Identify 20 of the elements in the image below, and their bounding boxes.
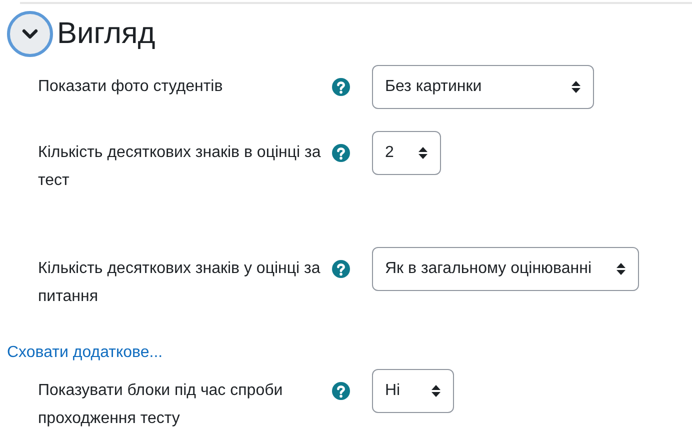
- sort-caret-icon: [616, 262, 626, 276]
- sort-caret-icon: [571, 80, 581, 94]
- hide-advanced-link[interactable]: Сховати додаткове...: [7, 344, 163, 361]
- collapse-toggle[interactable]: [7, 11, 53, 57]
- chevron-down-icon: [22, 28, 38, 40]
- help-icon[interactable]: [332, 260, 350, 278]
- select-field[interactable]: Як в загальному оцінюванні: [372, 247, 638, 291]
- section-title: Вигляд: [57, 19, 156, 49]
- setting-label: Кількість десяткових знаків у оцінці за питання: [38, 259, 322, 307]
- help-icon[interactable]: [332, 78, 350, 96]
- setting-label: Показати фото студентів: [38, 77, 224, 97]
- help-icon[interactable]: [332, 144, 350, 162]
- help-icon[interactable]: [332, 382, 350, 400]
- setting-label: Кількість десяткових знаків в оцінці за тест: [38, 143, 322, 191]
- sort-caret-icon: [418, 146, 428, 160]
- select-field[interactable]: Без картинки: [372, 65, 594, 109]
- sort-caret-icon: [431, 384, 441, 398]
- select-field[interactable]: 2: [372, 131, 441, 175]
- setting-label: Показувати блоки під час спроби проходження тесту: [38, 381, 284, 429]
- select-field[interactable]: Ні: [372, 369, 454, 413]
